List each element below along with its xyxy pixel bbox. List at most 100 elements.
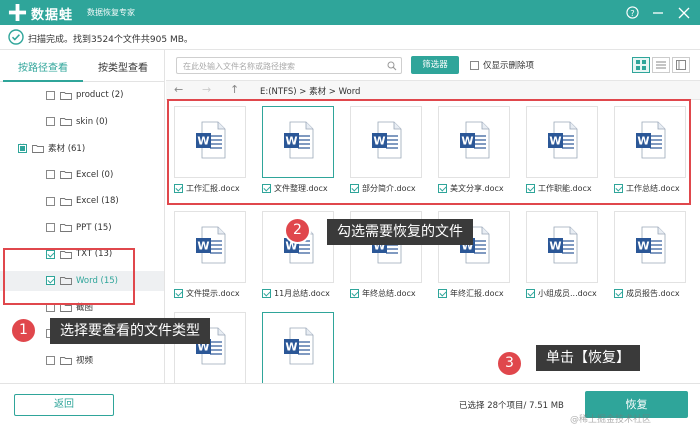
folder-icon <box>32 144 44 153</box>
tree-item[interactable]: Excel (18) <box>0 191 164 211</box>
file-name-row: 文件提示.docx <box>174 288 240 299</box>
file-thumbnail[interactable]: W <box>262 312 334 383</box>
tree-item[interactable]: 视频 <box>0 350 164 370</box>
tree-checkbox[interactable] <box>46 196 55 206</box>
file-name: 年终汇报.docx <box>450 289 504 298</box>
tree-item-label: 视频 <box>76 356 94 366</box>
search-input[interactable]: 在此处输入文件名称或路径搜索 <box>176 57 402 74</box>
file-thumbnail[interactable]: W <box>526 211 598 283</box>
file-checkbox[interactable] <box>262 289 271 298</box>
folder-icon <box>60 224 72 232</box>
folder-icon <box>60 356 72 365</box>
word-doc-icon: W <box>548 226 578 264</box>
scan-status-text: 扫描完成。找到3524个文件共905 MB。 <box>28 35 193 45</box>
file-checkbox[interactable] <box>350 289 359 298</box>
tree-checkbox[interactable] <box>46 223 55 232</box>
highlight-selected-files <box>167 99 691 205</box>
detail-view-icon[interactable] <box>672 57 690 73</box>
help-icon[interactable]: ? <box>620 3 644 22</box>
folder-icon <box>60 118 72 126</box>
file-name: 年终总结.docx <box>362 289 416 298</box>
file-name: 小组成员...docx <box>538 289 597 298</box>
tree-checkbox[interactable] <box>46 170 55 179</box>
callout-step-3: 单击【恢复】 <box>536 345 640 371</box>
file-checkbox[interactable] <box>526 289 535 298</box>
only-deleted-checkbox[interactable] <box>470 60 479 70</box>
tree-checkbox[interactable] <box>46 117 55 126</box>
filter-button[interactable]: 筛选器 <box>411 56 459 74</box>
file-checkbox[interactable] <box>174 289 183 298</box>
title-bar: 数据蛙 数据恢复专家 ? <box>0 0 700 25</box>
close-icon[interactable] <box>672 3 696 22</box>
file-card[interactable]: W 成员报告.docx <box>608 206 693 302</box>
forward-arrow-icon[interactable]: → <box>202 83 211 96</box>
word-doc-icon: W <box>284 327 314 365</box>
svg-text:?: ? <box>630 8 634 18</box>
breadcrumb: E:(NTFS) > 素材 > Word <box>260 87 361 97</box>
file-checkbox[interactable] <box>614 289 623 298</box>
file-name-row: 11月总结.docx <box>262 288 330 299</box>
status-bar: 扫描完成。找到3524个文件共905 MB。 <box>0 25 700 50</box>
file-card[interactable]: W 小组成员...docx <box>520 206 605 302</box>
grid-view-icon[interactable] <box>632 57 650 73</box>
toolbar: 在此处输入文件名称或路径搜索 筛选器 仅显示删除项 <box>166 50 700 80</box>
highlight-word-type <box>3 248 135 305</box>
minimize-icon[interactable] <box>646 3 670 22</box>
view-tabs: 按路径查看 按类型查看 <box>0 56 164 82</box>
step-2-badge: 2 <box>284 217 311 244</box>
svg-text:W: W <box>549 240 561 253</box>
file-card[interactable]: W <box>256 307 341 383</box>
step-1-badge: 1 <box>10 317 37 344</box>
selection-info: 已选择 28个项目/ 7.51 MB <box>459 401 564 411</box>
callout-step-1: 选择要查看的文件类型 <box>50 318 210 344</box>
step-3-badge: 3 <box>496 350 523 377</box>
back-button[interactable]: 返回 <box>14 394 114 416</box>
tree-item-label: 素材 (61) <box>48 144 86 154</box>
callout-step-2: 勾选需要恢复的文件 <box>327 219 473 245</box>
tree-item[interactable]: PPT (15) <box>0 218 164 238</box>
file-thumbnail[interactable]: W <box>614 211 686 283</box>
tree-item[interactable]: ∨素材 (61) <box>0 138 164 158</box>
svg-text:W: W <box>285 341 297 354</box>
folder-icon <box>60 91 72 100</box>
search-placeholder: 在此处输入文件名称或路径搜索 <box>183 62 295 71</box>
path-bar: ← → ↑ E:(NTFS) > 素材 > Word <box>166 80 700 100</box>
file-name-row: 年终总结.docx <box>350 288 416 299</box>
file-name-row: 成员报告.docx <box>614 288 680 299</box>
svg-text:W: W <box>637 240 649 253</box>
file-name-row: 年终汇报.docx <box>438 288 504 299</box>
tree-checkbox[interactable] <box>46 355 55 365</box>
folder-icon <box>60 197 72 206</box>
file-checkbox[interactable] <box>438 289 447 298</box>
tree-item[interactable]: skin (0) <box>0 112 164 132</box>
word-doc-icon: W <box>636 226 666 264</box>
tab-by-path[interactable]: 按路径查看 <box>3 56 83 82</box>
file-card[interactable]: W 文件提示.docx <box>168 206 253 302</box>
file-name-row: 小组成员...docx <box>526 288 597 299</box>
tree-item[interactable]: product (2) <box>0 85 164 105</box>
check-circle-icon <box>8 29 24 45</box>
word-doc-icon: W <box>196 226 226 264</box>
tree-item[interactable]: Excel (0) <box>0 165 164 185</box>
tree-item-label: Excel (18) <box>76 196 119 206</box>
bottom-bar: 返回 已选择 28个项目/ 7.51 MB 恢复 @稀土掘金技术社区 <box>0 383 700 427</box>
tree-item-label: skin (0) <box>76 116 108 127</box>
watermark-text: @稀土掘金技术社区 <box>570 415 652 425</box>
tab-by-type[interactable]: 按类型查看 <box>83 56 163 82</box>
logo-icon <box>8 3 27 22</box>
only-deleted-toggle[interactable]: 仅显示删除项 <box>470 59 534 71</box>
tree-checkbox[interactable] <box>46 90 55 100</box>
file-name: 11月总结.docx <box>274 289 330 298</box>
file-name: 文件提示.docx <box>186 289 240 298</box>
folder-icon <box>60 171 72 179</box>
up-arrow-icon[interactable]: ↑ <box>230 83 239 96</box>
tree-item-label: Excel (0) <box>76 169 114 180</box>
file-thumbnail[interactable]: W <box>174 211 246 283</box>
back-arrow-icon[interactable]: ← <box>174 83 183 96</box>
only-deleted-label: 仅显示删除项 <box>483 61 535 71</box>
app-name: 数据蛙 <box>31 8 74 23</box>
list-view-icon[interactable] <box>652 57 670 73</box>
search-icon[interactable] <box>387 61 397 71</box>
tree-checkbox[interactable] <box>18 143 27 153</box>
file-name: 成员报告.docx <box>626 289 680 298</box>
